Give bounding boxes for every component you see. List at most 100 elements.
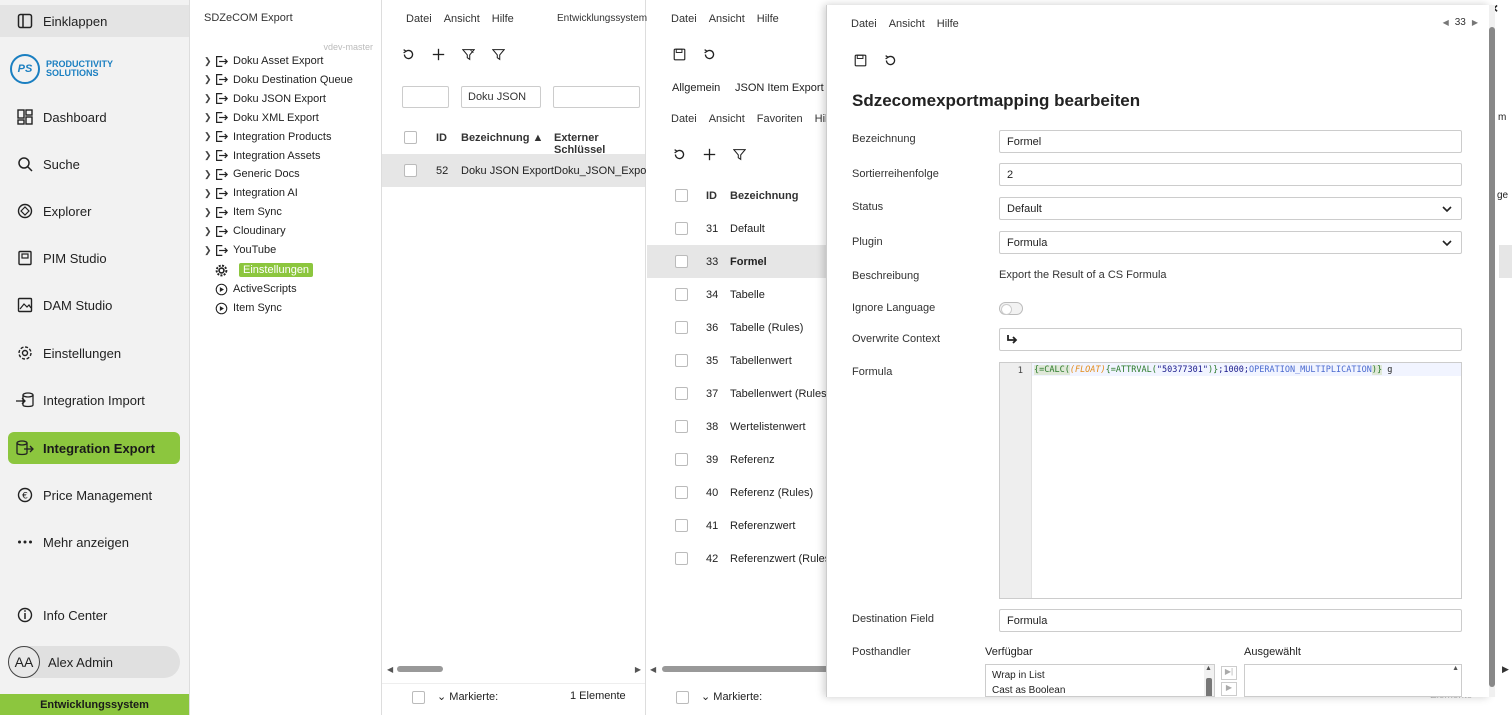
nav-item-info-center[interactable]: Info Center [8, 599, 180, 631]
nav-item-explorer[interactable]: Explorer [8, 195, 180, 227]
table-row[interactable]: 41 Referenzwert [647, 509, 837, 542]
chevron-right-icon[interactable]: ❯ [204, 131, 214, 142]
nav-item-dam-studio[interactable]: DAM Studio [8, 289, 180, 321]
filter-id-input[interactable] [402, 86, 449, 108]
row-checkbox[interactable] [675, 453, 688, 466]
user-menu[interactable]: AA Alex Admin [8, 646, 180, 678]
tree-item[interactable]: ❯ Cloudinary [204, 222, 286, 240]
nav-item-search[interactable]: Suche [8, 148, 180, 180]
tree-item-activescripts[interactable]: ActiveScripts [214, 280, 297, 298]
previous-record-icon[interactable]: ◀ [1443, 18, 1449, 27]
menu-datei[interactable]: Datei [671, 13, 697, 25]
scroll-right-icon[interactable]: ▶ [1502, 664, 1509, 675]
nav-item-price-management[interactable]: € Price Management [8, 479, 180, 511]
scroll-left-icon[interactable]: ◀ [650, 665, 656, 674]
nav-item-dashboard[interactable]: Dashboard [8, 101, 180, 133]
filter-clear-icon[interactable] [460, 46, 476, 62]
row-checkbox[interactable] [675, 486, 688, 499]
scrollbar-thumb[interactable] [1489, 27, 1495, 687]
available-posthandlers-list[interactable]: Wrap in List Cast as Boolean ▲ [985, 664, 1215, 697]
ignore-language-toggle[interactable] [999, 302, 1023, 315]
scrollbar-thumb[interactable] [1206, 678, 1212, 696]
table-row[interactable]: 33 Formel [647, 245, 837, 278]
row-checkbox[interactable] [404, 164, 417, 177]
chevron-right-icon[interactable]: ❯ [204, 112, 214, 123]
horizontal-scrollbar[interactable]: ◀ ▶ [387, 665, 641, 674]
scroll-up-icon[interactable]: ▲ [1205, 665, 1212, 672]
table-row[interactable]: 39 Referenz [647, 443, 837, 476]
scrollbar-thumb[interactable] [662, 666, 830, 672]
tree-item-settings[interactable]: Einstellungen [214, 261, 314, 279]
table-row[interactable]: 31 Default [647, 212, 837, 245]
column-externer-schluessel[interactable]: Externer Schlüssel [554, 132, 645, 156]
list-scrollbar[interactable]: ▲ [1204, 665, 1214, 696]
row-checkbox[interactable] [675, 552, 688, 565]
move-right-button[interactable]: ▶ [1221, 682, 1237, 696]
submenu-favoriten[interactable]: Favoriten [757, 113, 803, 125]
chevron-right-icon[interactable]: ❯ [204, 245, 214, 256]
row-checkbox[interactable] [675, 222, 688, 235]
filter-bezeichnung-input[interactable]: Doku JSON [461, 86, 541, 108]
column-bezeichnung[interactable]: Bezeichnung ▲ [461, 132, 543, 144]
row-checkbox[interactable] [675, 420, 688, 433]
row-checkbox[interactable] [675, 255, 688, 268]
add-icon[interactable] [701, 146, 717, 162]
row-checkbox[interactable] [675, 321, 688, 334]
table-row[interactable]: 36 Tabelle (Rules) [647, 311, 837, 344]
table-row[interactable]: 35 Tabellenwert [647, 344, 837, 377]
collapse-nav-button[interactable]: Einklappen [0, 5, 189, 37]
chevron-right-icon[interactable]: ❯ [204, 169, 214, 180]
tree-item-item-sync-script[interactable]: Item Sync [214, 299, 282, 317]
scrollbar-thumb[interactable] [397, 666, 443, 672]
bezeichnung-field[interactable]: Formel [999, 130, 1462, 153]
tree-item[interactable]: ❯ Doku XML Export [204, 109, 319, 127]
save-icon[interactable] [852, 52, 868, 68]
save-icon[interactable] [671, 46, 687, 62]
tree-item[interactable]: ❯ YouTube [204, 241, 276, 259]
column-bezeichnung[interactable]: Bezeichnung [730, 190, 798, 202]
menu-datei[interactable]: Datei [406, 13, 432, 25]
move-all-right-button[interactable]: ▶| [1221, 666, 1237, 680]
table-row[interactable]: 34 Tabelle [647, 278, 837, 311]
column-id[interactable]: ID [436, 132, 447, 144]
scroll-left-icon[interactable]: ◀ [387, 665, 393, 674]
menu-hilfe[interactable]: Hilfe [937, 18, 959, 30]
overwrite-context-field[interactable] [999, 328, 1462, 351]
destination-field[interactable]: Formula [999, 609, 1462, 632]
chevron-right-icon[interactable]: ❯ [204, 207, 214, 218]
row-checkbox[interactable] [675, 387, 688, 400]
nav-item-more[interactable]: Mehr anzeigen [8, 526, 180, 558]
select-all-checkbox[interactable] [675, 189, 688, 202]
table-row[interactable]: 42 Referenzwert (Rules) [647, 542, 837, 575]
footer-checkbox[interactable] [412, 691, 425, 704]
chevron-right-icon[interactable]: ❯ [204, 226, 214, 237]
nav-item-pim-studio[interactable]: PIM Studio [8, 242, 180, 274]
submenu-datei[interactable]: Datei [671, 113, 697, 125]
filter-key-input[interactable] [553, 86, 640, 108]
footer-marked-dropdown[interactable]: ⌄ Markierte: [701, 690, 762, 703]
nav-item-integration-import[interactable]: Integration Import [8, 384, 180, 416]
menu-ansicht[interactable]: Ansicht [444, 13, 480, 25]
menu-hilfe[interactable]: Hilfe [492, 13, 514, 25]
refresh-icon[interactable] [671, 146, 687, 162]
tree-item[interactable]: ❯ Doku Destination Queue [204, 71, 353, 89]
scroll-up-icon[interactable]: ▲ [1452, 665, 1459, 672]
chevron-right-icon[interactable]: ❯ [204, 56, 214, 67]
menu-ansicht[interactable]: Ansicht [709, 13, 745, 25]
row-checkbox[interactable] [675, 288, 688, 301]
refresh-icon[interactable] [400, 46, 416, 62]
formula-code-line[interactable]: {=CALC((FLOAT){=ATTRVAL("50377301")};100… [1032, 363, 1461, 376]
chevron-right-icon[interactable]: ❯ [204, 93, 214, 104]
tab-json-item-export[interactable]: JSON Item Export [735, 82, 824, 94]
menu-ansicht[interactable]: Ansicht [889, 18, 925, 30]
dialog-scrollbar[interactable] [1489, 5, 1495, 697]
column-id[interactable]: ID [706, 190, 717, 202]
tree-item[interactable]: ❯ Integration Products [204, 128, 331, 146]
tab-allgemein[interactable]: Allgemein [672, 82, 720, 94]
chevron-right-icon[interactable]: ❯ [204, 188, 214, 199]
tree-item[interactable]: ❯ Generic Docs [204, 165, 300, 183]
selected-posthandlers-list[interactable]: ▲ [1244, 664, 1462, 697]
status-select[interactable]: Default [999, 197, 1462, 220]
select-all-checkbox[interactable] [404, 131, 417, 144]
chevron-right-icon[interactable]: ❯ [204, 150, 214, 161]
